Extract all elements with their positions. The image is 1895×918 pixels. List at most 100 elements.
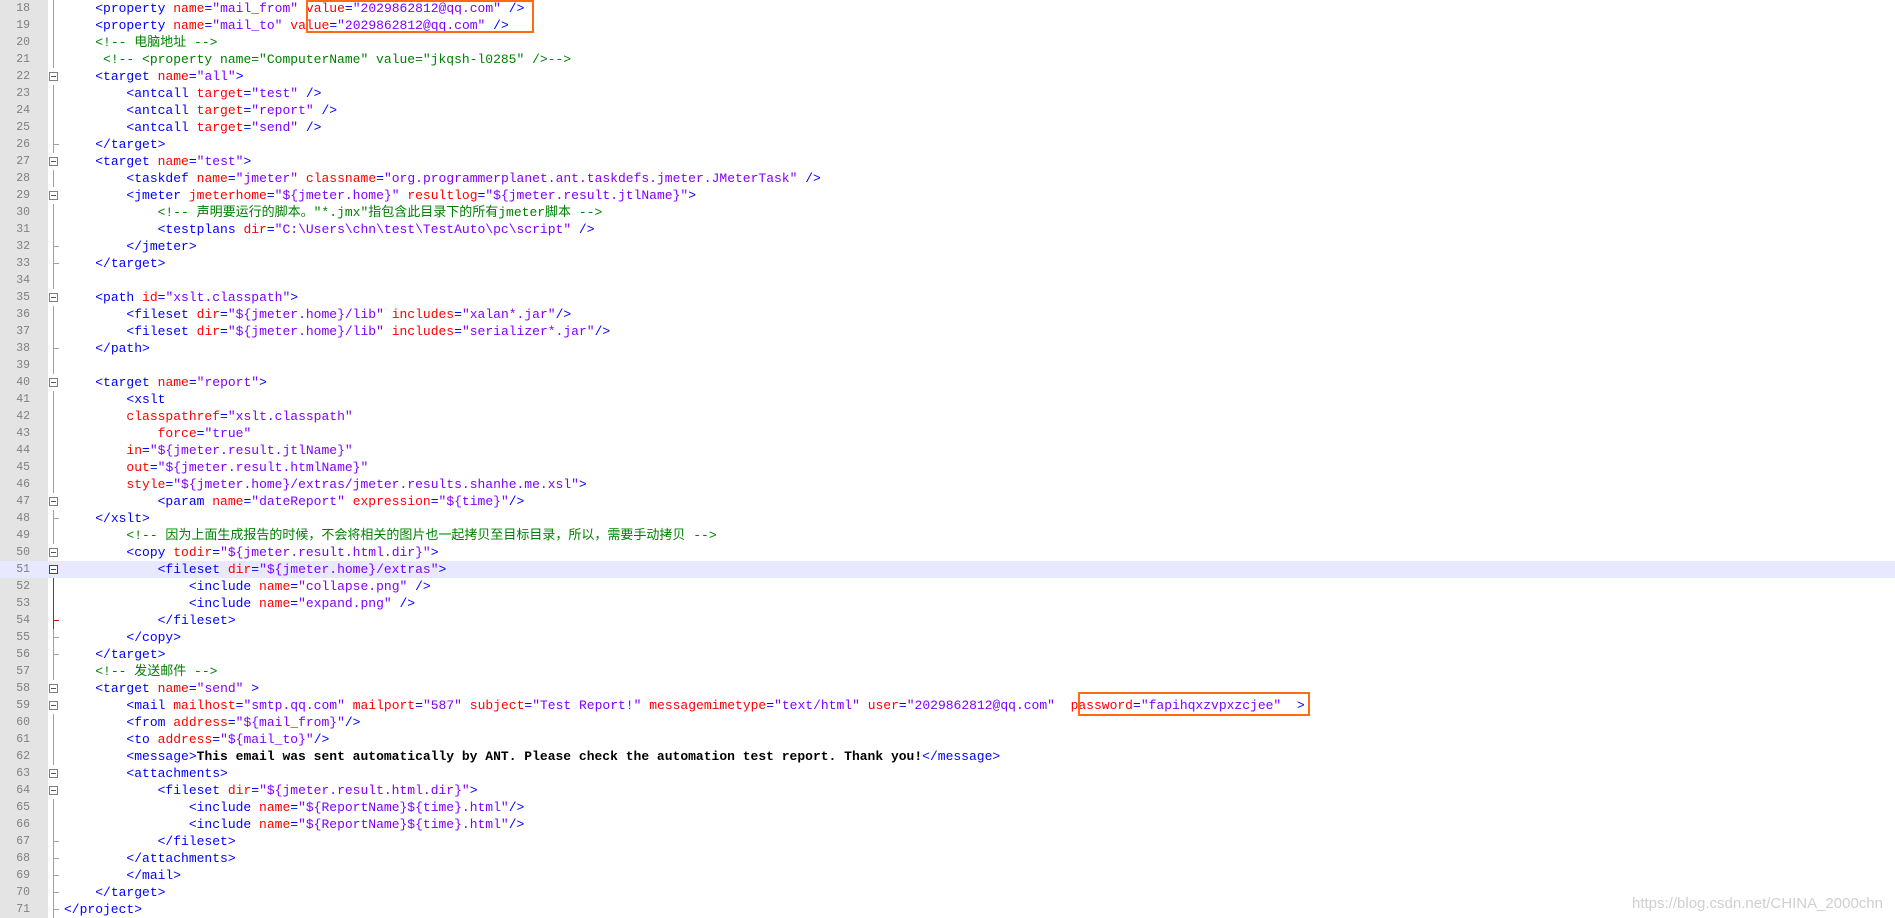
fold-toggle-icon[interactable] <box>49 378 58 387</box>
code-line[interactable]: 54 </fileset> <box>0 612 1895 629</box>
fold-guide-line <box>53 17 54 34</box>
code-line[interactable]: 69 </mail> <box>0 867 1895 884</box>
code-line[interactable]: 23 <antcall target="test" /> <box>0 85 1895 102</box>
code-editor[interactable]: 18 <property name="mail_from" value="202… <box>0 0 1895 918</box>
line-number: 59 <box>16 699 30 712</box>
code-line[interactable]: 37 <fileset dir="${jmeter.home}/lib" inc… <box>0 323 1895 340</box>
code-token: /> <box>508 800 525 815</box>
code-line[interactable]: 62 <message>This email was sent automati… <box>0 748 1895 765</box>
code-line[interactable]: 41 <xslt <box>0 391 1895 408</box>
code-line[interactable]: 59 <mail mailhost = "smtp.qq.com" mailport… <box>0 697 1895 714</box>
code-line[interactable]: 70 </target> <box>0 884 1895 901</box>
code-line[interactable]: 61 <to address="${mail_to}"/> <box>0 731 1895 748</box>
code-line[interactable]: 39 <box>0 357 1895 374</box>
code-line[interactable]: 30 <!-- 声明要运行的脚本。"*.jmx"指包含此目录下的所有jmeter… <box>0 204 1895 221</box>
code-line[interactable]: 26 </target> <box>0 136 1895 153</box>
fold-end-marker <box>53 620 59 621</box>
fold-toggle-icon[interactable] <box>49 72 58 81</box>
code-line[interactable]: 46 style="${jmeter.home}/extras/jmeter.r… <box>0 476 1895 493</box>
code-line[interactable]: 28 <taskdef name="jmeter" classname="org… <box>0 170 1895 187</box>
code-line[interactable]: 64 <fileset dir="${jmeter.result.html.di… <box>0 782 1895 799</box>
code-token: <property <box>95 18 174 33</box>
code-line[interactable]: 56 </target> <box>0 646 1895 663</box>
code-line[interactable]: 71 </project> <box>0 901 1895 918</box>
code-line[interactable]: 68 </attachments> <box>0 850 1895 867</box>
fold-toggle-icon[interactable] <box>49 497 58 506</box>
code-line[interactable]: 35 <path id="xslt.classpath"> <box>0 289 1895 306</box>
code-line[interactable]: 32 </jmeter> <box>0 238 1895 255</box>
line-number: 25 <box>16 121 30 134</box>
code-token: includes <box>391 307 455 322</box>
code-line[interactable]: 63 <attachments> <box>0 765 1895 782</box>
code-line[interactable]: 55 </copy> <box>0 629 1895 646</box>
code-text: <testplans dir="C:\Users\chn\test\TestAu… <box>64 221 595 238</box>
code-line[interactable]: 31 <testplans dir="C:\Users\chn\test\Tes… <box>0 221 1895 238</box>
code-token: "${ReportName}${time}.html" <box>298 817 509 832</box>
code-line[interactable]: 27 <target name="test"> <box>0 153 1895 170</box>
fold-toggle-icon[interactable] <box>49 293 58 302</box>
code-line[interactable]: 57 <!-- 发送邮件 --> <box>0 663 1895 680</box>
code-line[interactable]: 18 <property name="mail_from" value="202… <box>0 0 1895 17</box>
code-text: out="${jmeter.result.htmlName}" <box>64 459 368 476</box>
fold-guide-line <box>53 816 54 833</box>
code-line[interactable]: 42 classpathref="xslt.classpath" <box>0 408 1895 425</box>
code-text: <!-- 声明要运行的脚本。"*.jmx"指包含此目录下的所有jmeter脚本 … <box>64 204 603 221</box>
code-line[interactable]: 67 </fileset> <box>0 833 1895 850</box>
code-token: "${jmeter.result.html.dir}" <box>259 783 470 798</box>
code-lines[interactable]: 18 <property name="mail_from" value="202… <box>0 0 1895 918</box>
code-line[interactable]: 66 <include name="${ReportName}${time}.h… <box>0 816 1895 833</box>
code-line[interactable]: 51 <fileset dir="${jmeter.home}/extras"> <box>0 561 1895 578</box>
line-number: 61 <box>16 733 30 746</box>
code-line[interactable]: 40 <target name="report"> <box>0 374 1895 391</box>
code-line[interactable]: 21 <!-- <property name="ComputerName" va… <box>0 51 1895 68</box>
code-line[interactable]: 20 <!-- 电脑地址 --> <box>0 34 1895 51</box>
fold-toggle-icon[interactable] <box>49 786 58 795</box>
code-line[interactable]: 36 <fileset dir="${jmeter.home}/lib" inc… <box>0 306 1895 323</box>
line-number: 62 <box>16 750 30 763</box>
line-number: 66 <box>16 818 30 831</box>
code-line[interactable]: 34 <box>0 272 1895 289</box>
code-line[interactable]: 48 </xslt> <box>0 510 1895 527</box>
fold-toggle-icon[interactable] <box>49 701 58 710</box>
code-token: "report" <box>251 103 314 118</box>
code-line[interactable]: 49 <!-- 因为上面生成报告的时候，不会将相关的图片也一起拷贝至目标目录，所… <box>0 527 1895 544</box>
code-line[interactable]: 50 <copy todir="${jmeter.result.html.dir… <box>0 544 1895 561</box>
code-line[interactable]: 43 force="true" <box>0 425 1895 442</box>
code-line[interactable]: 53 <include name="expand.png" /> <box>0 595 1895 612</box>
code-line[interactable]: 22 <target name="all"> <box>0 68 1895 85</box>
fold-guide-line <box>53 272 54 289</box>
code-line[interactable]: 25 <antcall target="send" /> <box>0 119 1895 136</box>
code-line[interactable]: 52 <include name="collapse.png" /> <box>0 578 1895 595</box>
code-line[interactable]: 58 <target name="send" > <box>0 680 1895 697</box>
code-line[interactable]: 60 <from address="${mail_from}"/> <box>0 714 1895 731</box>
fold-toggle-icon[interactable] <box>49 565 58 574</box>
line-number: 31 <box>16 223 30 236</box>
fold-toggle-icon[interactable] <box>49 157 58 166</box>
fold-toggle-icon[interactable] <box>49 191 58 200</box>
code-line[interactable]: 45 out="${jmeter.result.htmlName}" <box>0 459 1895 476</box>
code-line[interactable]: 38 </path> <box>0 340 1895 357</box>
fold-toggle-icon[interactable] <box>49 684 58 693</box>
code-line[interactable]: 29 <jmeter jmeterhome="${jmeter.home}" r… <box>0 187 1895 204</box>
line-number: 70 <box>16 886 30 899</box>
code-text: <antcall target="test" /> <box>64 85 321 102</box>
line-number: 23 <box>16 87 30 100</box>
code-line[interactable]: 44 in="${jmeter.result.jtlName}" <box>0 442 1895 459</box>
code-line[interactable]: 33 </target> <box>0 255 1895 272</box>
code-line[interactable]: 65 <include name="${ReportName}${time}.h… <box>0 799 1895 816</box>
code-line[interactable]: 47 <param name="dateReport" expression="… <box>0 493 1895 510</box>
fold-toggle-icon[interactable] <box>49 548 58 557</box>
code-line[interactable]: 24 <antcall target="report" /> <box>0 102 1895 119</box>
code-line[interactable]: 19 <property name="mail_to" value="20298… <box>0 17 1895 34</box>
fold-toggle-icon[interactable] <box>49 769 58 778</box>
code-token: "${jmeter.home}/extras/jmeter.results.sh… <box>173 477 579 492</box>
code-token: name <box>157 69 189 84</box>
code-token: = <box>766 698 775 713</box>
line-number: 36 <box>16 308 30 321</box>
code-token: </message> <box>922 749 1001 764</box>
